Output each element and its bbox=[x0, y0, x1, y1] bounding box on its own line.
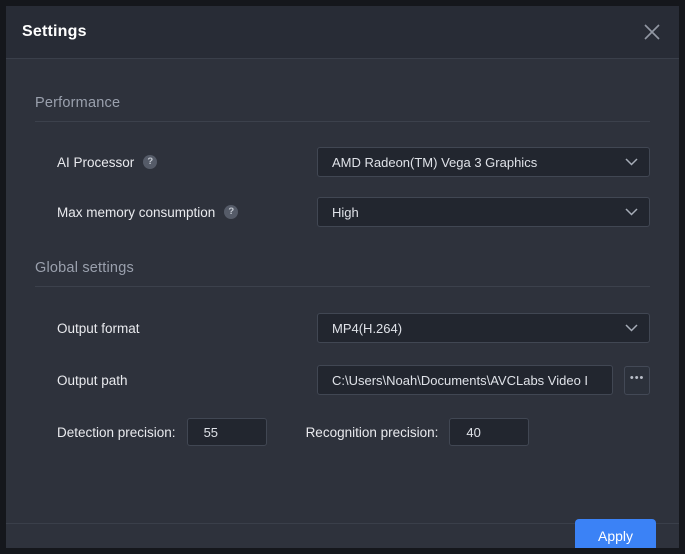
output-path-value: C:\Users\Noah\Documents\AVCLabs Video I bbox=[332, 372, 589, 388]
chevron-down-icon bbox=[625, 158, 638, 166]
max-memory-label: Max memory consumption bbox=[57, 204, 216, 220]
settings-dialog: Settings Performance AI Processor ? AMD … bbox=[6, 6, 679, 548]
ai-processor-select[interactable]: AMD Radeon(TM) Vega 3 Graphics bbox=[317, 147, 650, 177]
precision-row: Detection precision: 55 Recognition prec… bbox=[35, 417, 650, 447]
recognition-precision-input[interactable]: 40 bbox=[449, 418, 530, 446]
ai-processor-label-wrap: AI Processor ? bbox=[35, 155, 317, 170]
output-path-input[interactable]: C:\Users\Noah\Documents\AVCLabs Video I bbox=[317, 365, 614, 395]
max-memory-label-wrap: Max memory consumption ? bbox=[35, 205, 317, 220]
output-path-label-wrap: Output path bbox=[35, 373, 317, 388]
output-format-value: MP4(H.264) bbox=[332, 320, 403, 336]
detection-precision-value: 55 bbox=[203, 424, 219, 440]
recognition-precision-group: Recognition precision: 40 bbox=[306, 418, 530, 446]
global-settings-section-divider bbox=[35, 286, 650, 287]
output-path-label: Output path bbox=[57, 372, 128, 388]
recognition-precision-value: 40 bbox=[466, 424, 481, 440]
max-memory-select[interactable]: High bbox=[317, 197, 650, 227]
recognition-precision-label: Recognition precision: bbox=[305, 424, 439, 440]
performance-section-divider bbox=[35, 121, 650, 122]
performance-section-title: Performance bbox=[35, 95, 121, 111]
chevron-down-icon bbox=[625, 324, 638, 332]
output-format-label: Output format bbox=[57, 320, 140, 336]
apply-button[interactable]: Apply bbox=[575, 519, 656, 548]
dialog-body: Performance AI Processor ? AMD Radeon(TM… bbox=[6, 59, 679, 548]
browse-folder-button[interactable]: ••• bbox=[624, 365, 650, 395]
output-format-label-wrap: Output format bbox=[35, 321, 317, 336]
max-memory-help-icon[interactable]: ? bbox=[224, 205, 239, 219]
output-format-row: Output format MP4(H.264) bbox=[35, 313, 650, 343]
ai-processor-label: AI Processor bbox=[57, 154, 135, 170]
chevron-down-icon bbox=[625, 208, 638, 216]
close-icon[interactable] bbox=[639, 19, 665, 45]
max-memory-value: High bbox=[332, 204, 359, 220]
dialog-title: Settings bbox=[22, 23, 87, 40]
ai-processor-row: AI Processor ? AMD Radeon(TM) Vega 3 Gra… bbox=[35, 147, 650, 177]
detection-precision-label: Detection precision: bbox=[57, 424, 176, 440]
global-settings-section: Global settings Output format MP4(H.264)… bbox=[35, 227, 650, 447]
detection-precision-group: Detection precision: 55 bbox=[35, 418, 267, 446]
max-memory-row: Max memory consumption ? High bbox=[35, 197, 650, 227]
dialog-footer: Apply bbox=[6, 519, 679, 548]
ai-processor-help-icon[interactable]: ? bbox=[143, 155, 158, 169]
performance-section: Performance AI Processor ? AMD Radeon(TM… bbox=[35, 59, 650, 227]
detection-precision-input[interactable]: 55 bbox=[186, 418, 267, 446]
global-settings-section-title: Global settings bbox=[35, 260, 134, 276]
output-path-row: Output path C:\Users\Noah\Documents\AVCL… bbox=[35, 365, 650, 395]
output-format-select[interactable]: MP4(H.264) bbox=[317, 313, 650, 343]
close-glyph bbox=[644, 24, 660, 40]
dialog-titlebar: Settings bbox=[6, 6, 679, 59]
ai-processor-value: AMD Radeon(TM) Vega 3 Graphics bbox=[332, 154, 538, 170]
